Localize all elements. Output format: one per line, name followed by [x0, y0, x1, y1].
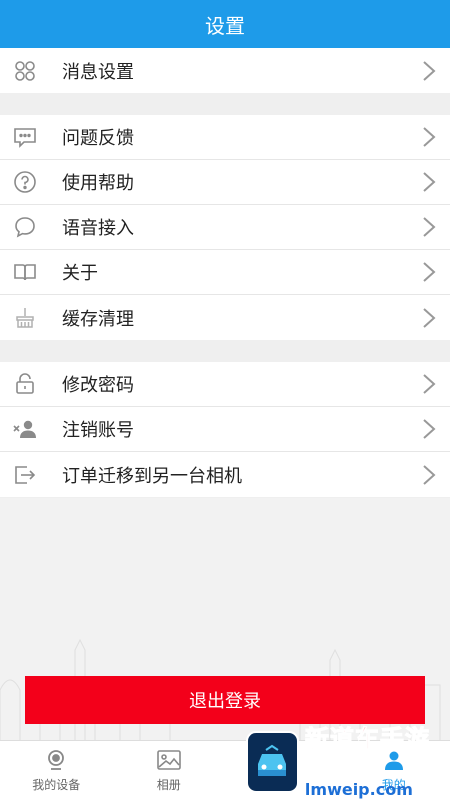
settings-item-message-settings[interactable]: 消息设置: [0, 48, 450, 93]
settings-item-help[interactable]: 使用帮助: [0, 160, 450, 205]
watermark-title: 新道车手游网: [304, 725, 430, 782]
export-icon: [12, 462, 38, 488]
tab-album[interactable]: 相册: [113, 741, 226, 800]
logout-label: 退出登录: [189, 691, 261, 712]
settings-item-clear-cache[interactable]: 缓存清理: [0, 295, 450, 340]
broom-icon: [12, 305, 38, 331]
chevron-right-icon: [420, 60, 438, 82]
speech-bubble-icon: [12, 214, 38, 240]
settings-item-migrate-orders[interactable]: 订单迁移到另一台相机: [0, 452, 450, 497]
settings-group-account: 修改密码 注销账号 订单迁移到另一台相机: [0, 362, 450, 497]
chevron-right-icon: [420, 373, 438, 395]
settings-item-voice-access[interactable]: 语音接入: [0, 205, 450, 250]
page-title: 设置: [205, 13, 245, 38]
chevron-right-icon: [420, 307, 438, 329]
chat-icon: [12, 124, 38, 150]
settings-item-label: 缓存清理: [62, 308, 134, 330]
settings-item-label: 关于: [62, 263, 98, 284]
remove-user-icon: [12, 416, 38, 442]
grid-icon: [12, 58, 38, 84]
chevron-right-icon: [420, 171, 438, 193]
settings-item-feedback[interactable]: 问题反馈: [0, 115, 450, 160]
chevron-right-icon: [420, 216, 438, 238]
chevron-right-icon: [420, 126, 438, 148]
settings-item-about[interactable]: 关于: [0, 250, 450, 295]
settings-group-support: 问题反馈 使用帮助 语音接入 关于 缓存清理: [0, 115, 450, 340]
chevron-right-icon: [420, 464, 438, 486]
settings-item-label: 修改密码: [62, 375, 134, 396]
book-icon: [12, 259, 38, 285]
camera-icon: [42, 748, 70, 772]
settings-item-label: 语音接入: [62, 218, 134, 239]
watermark: 新道车手游网 lmweip.com: [246, 725, 446, 799]
tab-my-devices[interactable]: 我的设备: [0, 741, 113, 800]
watermark-logo: [246, 731, 299, 793]
logout-button[interactable]: 退出登录: [25, 676, 425, 724]
settings-item-change-password[interactable]: 修改密码: [0, 362, 450, 407]
settings-item-label: 消息设置: [62, 61, 134, 83]
lock-icon: [12, 371, 38, 397]
settings-item-label: 注销账号: [62, 420, 134, 441]
settings-item-label: 问题反馈: [62, 128, 134, 149]
tab-label: 我的设备: [32, 778, 81, 792]
watermark-url: lmweip.com: [304, 780, 413, 799]
chevron-right-icon: [420, 261, 438, 283]
page-header: 设置: [0, 0, 450, 48]
settings-item-label: 订单迁移到另一台相机: [62, 465, 242, 487]
tab-label: 相册: [156, 778, 181, 792]
settings-item-label: 使用帮助: [62, 173, 134, 194]
chevron-right-icon: [420, 418, 438, 440]
settings-item-delete-account[interactable]: 注销账号: [0, 407, 450, 452]
settings-group-notifications: 消息设置: [0, 48, 450, 93]
help-icon: [12, 169, 38, 195]
image-icon: [155, 748, 183, 772]
